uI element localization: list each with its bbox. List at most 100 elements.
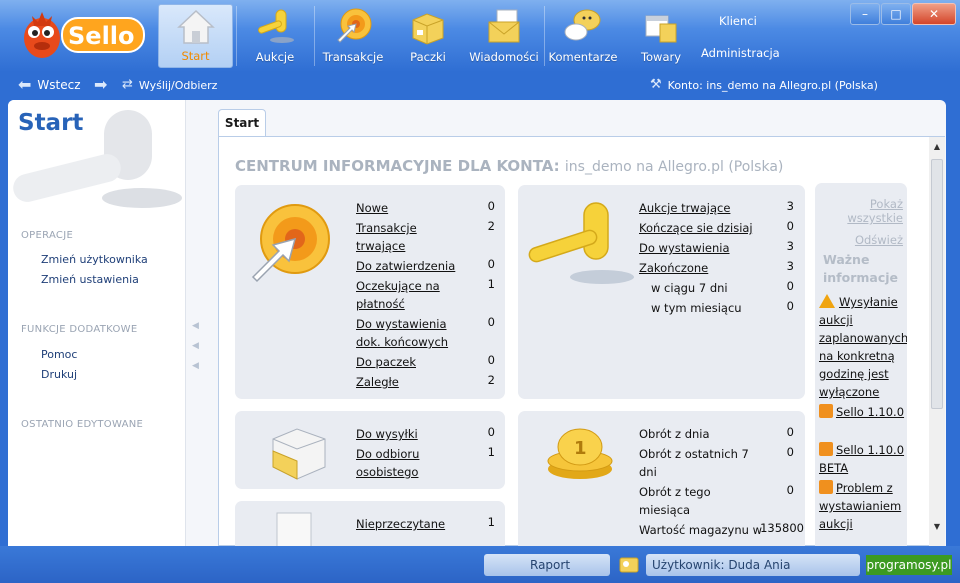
- section-operacje: OPERACJE: [21, 230, 74, 241]
- nav-start-button[interactable]: Start: [158, 4, 233, 68]
- list-item-value: 0: [786, 483, 794, 497]
- gavel-icon: [528, 202, 634, 284]
- envelope-icon: [276, 512, 312, 546]
- nav-paczki-button[interactable]: Paczki: [392, 4, 464, 68]
- clients-link[interactable]: Klienci: [719, 14, 757, 28]
- user-card-icon: [619, 557, 639, 573]
- sidebar-link-change-user[interactable]: Zmień użytkownika: [41, 253, 148, 266]
- list-item-value: 1: [487, 445, 495, 459]
- heading-text: CENTRUM INFORMACYJNE DLA KONTA:: [235, 157, 560, 175]
- list-item-value: 0: [786, 219, 794, 233]
- report-button[interactable]: Raport: [484, 554, 610, 576]
- sidebar-link-print[interactable]: Drukuj: [41, 368, 77, 381]
- list-item[interactable]: Nieprzeczytane: [356, 515, 456, 533]
- administration-link[interactable]: Administracja: [701, 46, 780, 60]
- goods-box-icon: [645, 15, 677, 43]
- sidebar-link-help[interactable]: Pomoc: [41, 348, 77, 361]
- list-item[interactable]: Zaległe: [356, 373, 456, 391]
- list-item[interactable]: Do wystawienia: [639, 239, 769, 257]
- comment-bubbles-icon: [564, 9, 601, 41]
- list-item[interactable]: Do odbioru osobistego: [356, 445, 456, 481]
- send-receive-button[interactable]: ⇄ Wyślij/Odbierz: [122, 78, 217, 92]
- window-controls: – □ ✕: [849, 3, 956, 27]
- news-item[interactable]: Problem z wystawianiem aukcji: [819, 479, 907, 533]
- news-item[interactable]: Sello 1.10.0: [819, 403, 907, 421]
- arrow-left-icon: ⬅: [18, 75, 32, 94]
- svg-text:1: 1: [574, 438, 587, 459]
- forward-button[interactable]: ➡: [94, 75, 108, 94]
- list-item-value: 2: [487, 373, 495, 387]
- list-item-value: 3: [786, 239, 794, 253]
- nav-aukcje-button[interactable]: Aukcje: [238, 4, 312, 68]
- news-item[interactable]: Sello 1.10.0 BETA: [819, 441, 907, 477]
- info-center: CENTRUM INFORMACYJNE DLA KONTA: ins_demo…: [218, 136, 945, 546]
- list-item[interactable]: Transakcje trwające: [356, 219, 456, 255]
- nav-paczki-label: Paczki: [410, 50, 446, 64]
- nav-towary-label: Towary: [640, 50, 682, 64]
- close-button[interactable]: ✕: [912, 3, 956, 25]
- list-item[interactable]: Do paczek: [356, 353, 456, 371]
- sidebar-title: Start: [18, 110, 84, 136]
- navigation-bar: ⬅ Wstecz ➡ ⇄ Wyślij/Odbierz ⚒ Konto: ins…: [0, 72, 960, 100]
- list-item-value: 0: [487, 315, 495, 329]
- info-center-heading: CENTRUM INFORMACYJNE DLA KONTA: ins_demo…: [235, 157, 783, 175]
- nav-wiadomosci-button[interactable]: Wiadomości: [466, 4, 542, 68]
- svg-text:Sello: Sello: [68, 22, 135, 50]
- transactions-target-icon: [337, 8, 372, 43]
- refresh-link[interactable]: Odśwież: [855, 233, 903, 247]
- nav-transakcje-button[interactable]: Transakcje: [316, 4, 390, 68]
- nav-towary-button[interactable]: Towary: [624, 4, 698, 68]
- back-button[interactable]: ⬅ Wstecz: [18, 75, 81, 94]
- account-indicator[interactable]: ⚒ Konto: ins_demo na Allegro.pl (Polska): [650, 78, 878, 92]
- list-item-value: 0: [786, 299, 794, 313]
- list-item[interactable]: Do wystawienia dok. końcowych: [356, 315, 456, 351]
- list-item[interactable]: Do wysyłki: [356, 425, 456, 443]
- list-item-value: 1: [487, 515, 495, 529]
- warning-icon: [819, 294, 835, 308]
- account-label: Konto: ins_demo na Allegro.pl (Polska): [667, 78, 878, 92]
- sidebar-link-change-settings[interactable]: Zmień ustawienia: [41, 273, 139, 286]
- scroll-down-icon[interactable]: ▼: [929, 519, 945, 535]
- list-item[interactable]: Nowe: [356, 199, 456, 217]
- programosy-badge: programosy.pl: [866, 555, 952, 575]
- list-item-value: 0: [786, 445, 794, 459]
- nav-komentarze-button[interactable]: Komentarze: [546, 4, 620, 68]
- packages-panel: Do wysyłki 0 Do odbioru osobistego 1: [235, 411, 505, 489]
- list-item[interactable]: Zakończone: [639, 259, 769, 277]
- collapse-sidebar-handle[interactable]: ◀ ◀ ◀: [192, 316, 202, 376]
- sello-logo: Sello: [24, 12, 145, 58]
- top-ribbon: Sello Start Aukcje Transakcje Paczki Wia…: [0, 0, 960, 72]
- left-sidebar: Start OPERACJE Zmień użytkownika Zmień u…: [8, 100, 186, 546]
- rss-icon: [819, 480, 833, 494]
- list-item-value: 0: [487, 257, 495, 271]
- show-all-link[interactable]: Pokaż wszystkie: [843, 197, 903, 225]
- list-item-value: 0: [786, 279, 794, 293]
- list-item[interactable]: Do zatwierdzenia: [356, 257, 456, 275]
- minimize-button[interactable]: –: [850, 3, 880, 25]
- nav-start-label: Start: [181, 49, 210, 63]
- maximize-button[interactable]: □: [881, 3, 911, 25]
- scroll-thumb[interactable]: [931, 159, 943, 409]
- list-item[interactable]: Oczekujące na płatność: [356, 277, 456, 313]
- transactions-target-icon: [251, 204, 330, 283]
- tab-start[interactable]: Start: [218, 109, 266, 137]
- nav-komentarze-label: Komentarze: [548, 50, 618, 64]
- list-item[interactable]: Kończące sie dzisiaj: [639, 219, 769, 237]
- back-label: Wstecz: [37, 78, 81, 92]
- scroll-up-icon[interactable]: ▲: [929, 139, 945, 155]
- main-window: Start OPERACJE Zmień użytkownika Zmień u…: [8, 100, 946, 546]
- send-receive-label: Wyślij/Odbierz: [138, 78, 218, 92]
- news-item[interactable]: Wysyłanie aukcji zaplanowanych na konkre…: [819, 293, 907, 401]
- transactions-panel: Nowe 0 Transakcje trwające 2 Do zatwierd…: [235, 185, 505, 399]
- list-item-value: 0: [487, 425, 495, 439]
- coins-icon: 1: [547, 428, 613, 479]
- list-item-value: 0: [786, 425, 794, 439]
- arrow-right-icon: ➡: [94, 75, 108, 94]
- auctions-panel: Aukcje trwające 3 Kończące sie dzisiaj 0…: [518, 185, 805, 399]
- section-ostatnio-edytowane: OSTATNIO EDYTOWANE: [21, 419, 144, 430]
- list-item: w ciągu 7 dni: [651, 281, 728, 295]
- package-icon: [412, 13, 444, 45]
- vertical-scrollbar[interactable]: ▲ ▼: [929, 137, 945, 546]
- envelope-icon: [488, 9, 520, 43]
- list-item[interactable]: Aukcje trwające: [639, 199, 769, 217]
